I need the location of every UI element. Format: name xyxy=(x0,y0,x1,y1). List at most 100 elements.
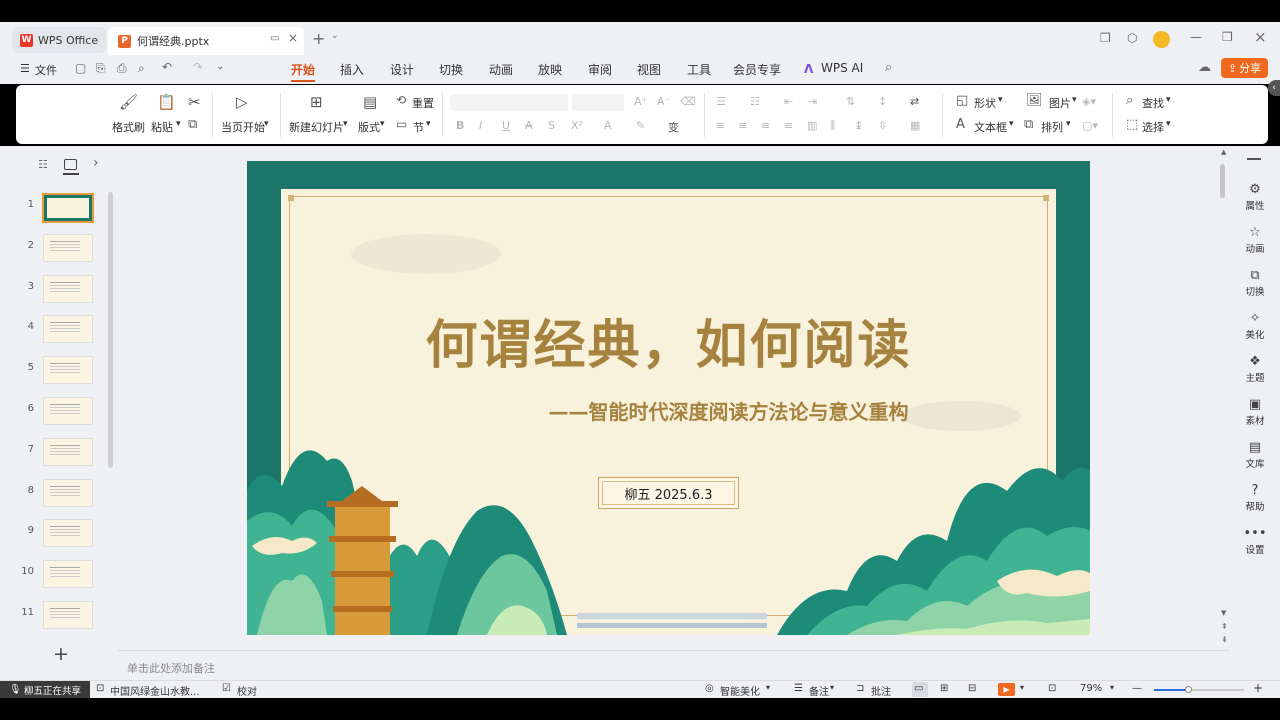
tab-home[interactable]: 开始 xyxy=(291,61,316,82)
zoom-out-icon[interactable]: — xyxy=(1132,683,1142,694)
slide-thumbnail[interactable] xyxy=(43,601,93,629)
tab-view[interactable]: 视图 xyxy=(637,61,661,78)
fill-color-icon[interactable]: ◈▾ xyxy=(1082,95,1096,108)
char-spacing-icon[interactable]: 变 xyxy=(668,119,679,135)
paste-button[interactable]: 粘贴 xyxy=(151,119,173,135)
clear-format-icon[interactable]: ⌫ xyxy=(680,95,696,108)
shape-button[interactable]: 形状 xyxy=(974,95,996,111)
thumbnail-scrollbar[interactable] xyxy=(108,192,113,468)
highlight-icon[interactable]: ✎ xyxy=(636,119,645,132)
transition-panel-button[interactable]: ⧉ 切换 xyxy=(1237,268,1273,298)
find-button[interactable]: 查找 xyxy=(1142,95,1164,111)
comments-toggle[interactable]: 批注 xyxy=(871,683,891,698)
slide-thumbnail[interactable] xyxy=(43,437,93,466)
library-panel-button[interactable]: ▤ 文库 xyxy=(1237,440,1273,470)
print-icon[interactable]: ⎙ xyxy=(117,61,127,76)
picture-icon[interactable]: 🖼 xyxy=(1026,93,1043,108)
underline-icon[interactable]: U xyxy=(502,119,510,132)
outdent-icon[interactable]: ⇤ xyxy=(784,95,793,108)
section-dropdown-icon[interactable]: ▾ xyxy=(426,119,431,129)
normal-view-icon[interactable]: ▭ xyxy=(914,683,923,694)
reset-button[interactable]: 重置 xyxy=(412,95,434,111)
select-button[interactable]: 选择 xyxy=(1142,119,1164,135)
fit-window-icon[interactable]: ⊡ xyxy=(1048,683,1056,694)
zoom-dropdown-icon[interactable]: ▾ xyxy=(1110,683,1114,692)
slide-thumbnail[interactable] xyxy=(43,397,93,425)
slide-thumbnail[interactable] xyxy=(43,560,93,589)
cut-icon[interactable]: ✂ xyxy=(188,93,201,111)
slide-thumbnail[interactable] xyxy=(43,356,93,385)
font-family-select[interactable] xyxy=(450,94,568,111)
share-button[interactable]: ⇪ 分享 xyxy=(1221,58,1268,78)
paste-dropdown-icon[interactable]: ▾ xyxy=(176,119,181,129)
numbering-icon[interactable]: ☷ xyxy=(750,95,760,108)
window-layout-icon[interactable]: ❐ xyxy=(1100,31,1111,45)
new-tab-icon[interactable]: + xyxy=(312,29,325,48)
select-dropdown-icon[interactable]: ▾ xyxy=(1166,119,1171,129)
font-grow-icon[interactable]: A⁺ xyxy=(634,95,647,108)
slide-thumbnail[interactable] xyxy=(43,315,93,344)
close-window-icon[interactable]: × xyxy=(1254,28,1267,46)
picture-dropdown-icon[interactable]: ▾ xyxy=(1072,95,1077,105)
current-slide[interactable]: 何谓经典，如何阅读 ——智能时代深度阅读方法论与意义重构 柳五 2025.6.3 xyxy=(247,161,1090,635)
print-preview-icon[interactable]: ⌕ xyxy=(138,61,145,76)
chevron-down-icon[interactable]: ⌄ xyxy=(331,31,339,41)
tab-monitor-icon[interactable]: ▭ xyxy=(270,33,279,44)
font-color-icon[interactable]: A xyxy=(604,119,612,132)
slide-view-icon[interactable] xyxy=(64,159,77,170)
play-from-current-icon[interactable]: ▷ xyxy=(236,93,248,111)
materials-panel-button[interactable]: ▣ 素材 xyxy=(1237,397,1273,427)
select-icon[interactable]: ⬚ xyxy=(1126,117,1138,132)
align-right-icon[interactable]: ≡ xyxy=(761,119,770,132)
textbox-dropdown-icon[interactable]: ▾ xyxy=(1009,119,1014,129)
add-slide-icon[interactable]: + xyxy=(53,643,69,665)
outline-color-icon[interactable]: ▢▾ xyxy=(1082,119,1098,132)
play-slideshow-button[interactable]: ▶ xyxy=(998,683,1015,696)
layout-icon[interactable]: ▤ xyxy=(363,93,377,111)
new-slide-icon[interactable]: ⊞ xyxy=(310,93,323,111)
search-icon[interactable]: ⌕ xyxy=(885,60,892,75)
arrange-icon[interactable]: ⧉ xyxy=(1024,117,1033,132)
template-name[interactable]: 中国风绿金山水教... xyxy=(110,683,200,698)
beautify-panel-button[interactable]: ✧ 美化 xyxy=(1237,311,1273,341)
scroll-down-icon[interactable]: ▼ xyxy=(1221,609,1226,617)
layout-button[interactable]: 版式 xyxy=(358,119,380,135)
slide-thumbnail[interactable] xyxy=(43,519,93,548)
find-icon[interactable]: ⌕ xyxy=(1126,93,1133,108)
settings-panel-button[interactable]: ••• 设置 xyxy=(1237,526,1273,556)
section-icon[interactable]: ▭ xyxy=(396,117,407,131)
zoom-in-icon[interactable]: + xyxy=(1253,681,1263,695)
reset-icon[interactable]: ⟲ xyxy=(396,93,406,107)
copy-icon[interactable]: ⧉ xyxy=(188,117,197,132)
textbox-button[interactable]: 文本框 xyxy=(974,119,1007,135)
tab-transitions[interactable]: 切换 xyxy=(439,61,463,78)
zoom-slider-handle[interactable] xyxy=(1185,686,1192,693)
tab-member[interactable]: 会员专享 xyxy=(733,61,781,78)
textbox-icon[interactable]: A xyxy=(956,117,965,132)
app-tab-wps-office[interactable]: W WPS Office xyxy=(12,27,106,53)
beautify-dropdown-icon[interactable]: ▾ xyxy=(766,683,770,692)
tab-slideshow[interactable]: 放映 xyxy=(538,61,562,78)
smart-beautify-button[interactable]: 智能美化 xyxy=(720,683,760,698)
undo-icon[interactable]: ↶ xyxy=(162,60,172,74)
shape-icon[interactable]: ◱ xyxy=(956,93,968,108)
sorter-view-icon[interactable]: ⊞ xyxy=(940,683,948,694)
slide-thumbnail[interactable] xyxy=(43,233,93,262)
start-dropdown-icon[interactable]: ▾ xyxy=(264,119,269,129)
notes-toggle[interactable]: 备注 xyxy=(809,683,829,698)
next-slide-icon[interactable]: ⇟ xyxy=(1221,635,1228,644)
outline-view-icon[interactable]: ☷ xyxy=(38,158,48,171)
tab-review[interactable]: 审阅 xyxy=(588,61,612,78)
superscript-icon[interactable]: X² xyxy=(571,119,583,132)
proofread-button[interactable]: 校对 xyxy=(237,683,257,698)
tab-design[interactable]: 设计 xyxy=(390,61,414,78)
text-direction-icon[interactable]: ⇅ xyxy=(846,95,855,108)
notes-pane[interactable]: 单击此处添加备注 xyxy=(118,650,1230,680)
minimize-icon[interactable]: — xyxy=(1190,30,1202,44)
save-icon[interactable]: ▢ xyxy=(75,61,86,75)
play-dropdown-icon[interactable]: ▾ xyxy=(1020,683,1024,692)
font-shrink-icon[interactable]: A⁻ xyxy=(657,95,670,108)
new-slide-button[interactable]: 新建幻灯片 xyxy=(289,119,344,135)
convert-smartart-icon[interactable]: ⇄ xyxy=(910,95,919,108)
shape-dropdown-icon[interactable]: ▾ xyxy=(998,95,1003,105)
